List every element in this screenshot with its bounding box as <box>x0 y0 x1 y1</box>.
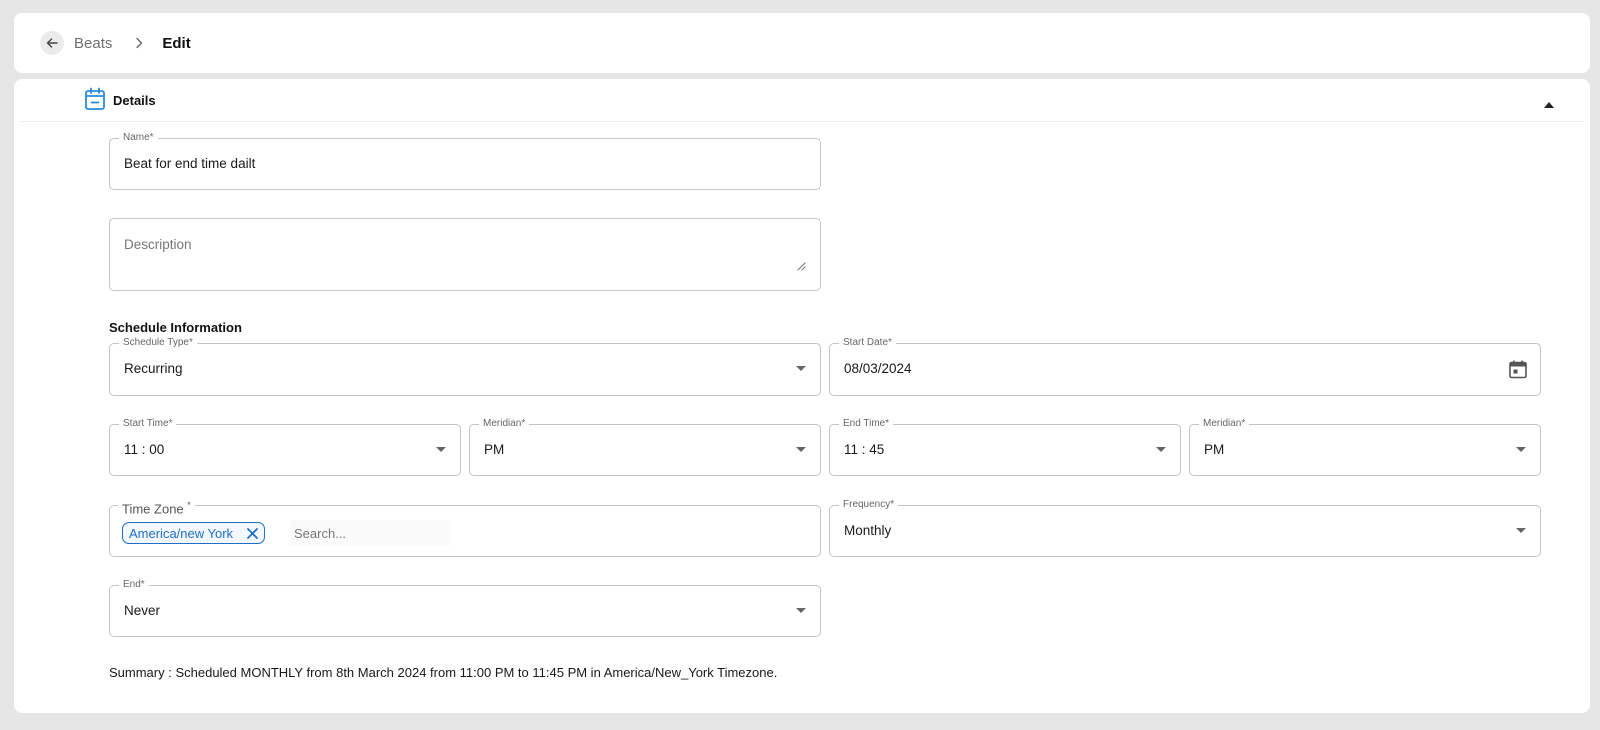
end-meridian-value: PM <box>1204 442 1225 457</box>
frequency-label: Frequency* <box>839 498 899 512</box>
start-meridian-label: Meridian* <box>479 417 530 431</box>
end-label: End* <box>119 578 149 592</box>
end-meridian-select[interactable]: Meridian* PM <box>1189 417 1541 476</box>
frequency-select[interactable]: Frequency* Monthly <box>829 498 1541 557</box>
description-placeholder: Description <box>124 237 192 252</box>
end-time-label: End Time* <box>839 417 894 431</box>
start-date-value: 08/03/2024 <box>844 361 912 376</box>
header-bar: Beats Edit <box>14 13 1590 73</box>
chevron-right-icon <box>134 37 144 49</box>
start-time-select[interactable]: Start Time* 11 : 00 <box>109 417 461 476</box>
arrow-left-icon <box>46 38 58 48</box>
schedule-type-value: Recurring <box>124 361 183 376</box>
resize-handle-icon[interactable] <box>797 258 806 276</box>
description-field[interactable]: Description <box>109 218 821 291</box>
calendar-icon[interactable] <box>1508 359 1528 384</box>
time-zone-label: Time Zone * <box>118 497 195 518</box>
section-title: Details <box>113 93 156 108</box>
schedule-summary: Summary : Scheduled MONTHLY from 8th Mar… <box>109 665 778 680</box>
start-time-value: 11 : 00 <box>124 442 165 457</box>
caret-down-icon <box>1156 447 1166 452</box>
schedule-information-heading: Schedule Information <box>109 320 242 335</box>
caret-down-icon <box>1516 528 1526 533</box>
name-value: Beat for end time dailt <box>124 156 256 171</box>
caret-down-icon <box>436 447 446 452</box>
name-field[interactable]: Name* Beat for end time dailt <box>109 131 821 190</box>
time-zone-search-input[interactable] <box>290 520 450 546</box>
start-meridian-select[interactable]: Meridian* PM <box>469 417 821 476</box>
caret-up-icon[interactable] <box>1544 95 1554 113</box>
end-select[interactable]: End* Never <box>109 578 821 637</box>
calendar-minus-icon <box>84 87 106 116</box>
breadcrumb: Beats Edit <box>40 31 191 55</box>
time-zone-chip: America/new York <box>122 522 266 544</box>
end-time-select[interactable]: End Time* 11 : 45 <box>829 417 1181 476</box>
start-date-label: Start Date* <box>839 336 896 350</box>
time-zone-field[interactable]: Time Zone * America/new York <box>109 497 821 557</box>
start-meridian-value: PM <box>484 442 505 457</box>
back-button[interactable] <box>40 31 64 55</box>
schedule-type-select[interactable]: Schedule Type* Recurring <box>109 336 821 396</box>
close-icon[interactable] <box>247 527 258 539</box>
caret-down-icon <box>1516 447 1526 452</box>
details-section-header[interactable]: Details <box>20 79 1584 122</box>
time-zone-chip-label: America/new York <box>129 525 234 541</box>
end-meridian-label: Meridian* <box>1199 417 1250 431</box>
schedule-type-label: Schedule Type* <box>119 336 197 350</box>
end-time-value: 11 : 45 <box>844 442 885 457</box>
details-card: Details Name* Beat for end time dailt De… <box>14 79 1590 713</box>
end-value: Never <box>124 603 161 618</box>
breadcrumb-beats-link[interactable]: Beats <box>74 35 112 52</box>
caret-down-icon <box>796 366 806 371</box>
name-label: Name* <box>119 131 158 145</box>
start-time-label: Start Time* <box>119 417 177 431</box>
page-title: Edit <box>162 34 191 52</box>
caret-down-icon <box>796 447 806 452</box>
frequency-value: Monthly <box>844 523 892 538</box>
start-date-field[interactable]: Start Date* 08/03/2024 <box>829 336 1541 396</box>
caret-down-icon <box>796 608 806 613</box>
